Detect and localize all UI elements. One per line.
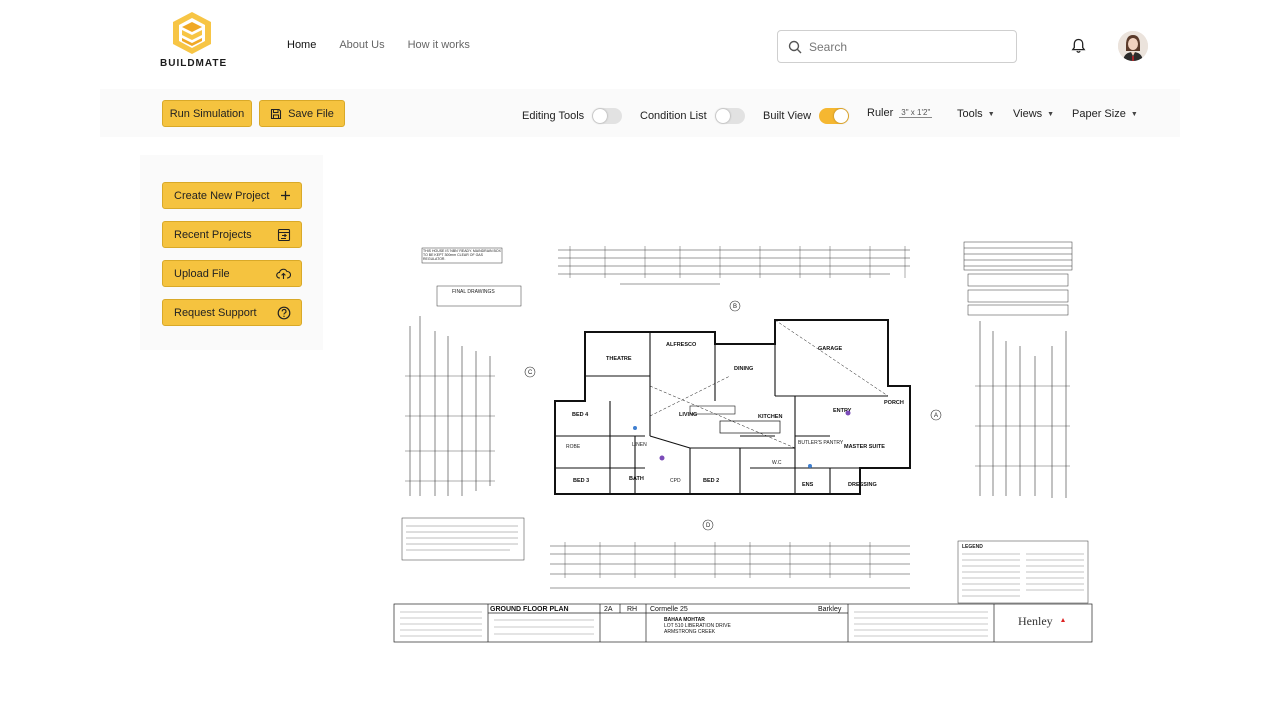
drawing-design-name: Cormelle 25 (650, 606, 688, 613)
help-circle-icon (277, 306, 291, 319)
create-new-project-label: Create New Project (174, 189, 270, 202)
caret-down-icon: ▼ (987, 110, 995, 118)
drawing-revision: 2A (604, 606, 613, 613)
drawing-title: GROUND FLOOR PLAN (490, 606, 569, 613)
room-label-alfresco: ALFRESCO (666, 342, 697, 348)
room-label-dining: DINING (734, 366, 753, 372)
nav-home[interactable]: Home (287, 39, 316, 51)
room-label-living: LIVING (679, 412, 697, 418)
views-label: Views (1013, 108, 1043, 120)
room-label-wc: W.C (772, 460, 782, 466)
cloud-upload-icon (276, 268, 291, 279)
room-label-butlers-pantry: BUTLER'S PANTRY (798, 440, 844, 446)
fixture-marker-icon (845, 410, 851, 416)
upload-file-label: Upload File (174, 267, 230, 280)
condition-list-label: Condition List (640, 110, 707, 122)
recent-document-icon (277, 228, 291, 241)
condition-list-control: Condition List (640, 108, 745, 124)
editing-tools-label: Editing Tools (522, 110, 585, 122)
recent-projects-button[interactable]: Recent Projects (162, 221, 302, 248)
room-label-cpd: CPD (670, 478, 681, 484)
room-label-bed2: BED 2 (703, 478, 719, 484)
buildmate-logo-icon (173, 12, 211, 54)
henley-mark-icon (1061, 618, 1065, 622)
save-file-label: Save File (288, 107, 334, 120)
fixture-marker-icon (659, 455, 665, 461)
floppy-disk-icon (271, 108, 282, 119)
final-drawings-label: FINAL DRAWINGS (452, 289, 495, 295)
fixture-marker-icon (633, 426, 637, 430)
room-label-porch: PORCH (884, 400, 904, 406)
tools-label: Tools (957, 108, 983, 120)
built-view-label: Built View (763, 110, 812, 122)
bell-icon (1071, 38, 1086, 53)
request-support-button[interactable]: Request Support (162, 299, 302, 326)
save-file-button[interactable]: Save File (259, 100, 345, 127)
site-address-line-2: ARMSTRONG CREEK (664, 629, 716, 635)
room-label-robe: ROBE (566, 444, 581, 450)
request-support-label: Request Support (174, 306, 257, 319)
room-label-bath: BATH (629, 476, 644, 482)
user-avatar[interactable] (1118, 31, 1148, 61)
recent-projects-label: Recent Projects (174, 228, 252, 241)
run-simulation-label: Run Simulation (169, 107, 245, 120)
paper-size-label: Paper Size (1072, 108, 1126, 120)
search-icon (788, 40, 802, 53)
editing-tools-control: Editing Tools (522, 108, 623, 124)
caret-down-icon: ▼ (1130, 110, 1138, 118)
fixture-marker-icon (808, 464, 812, 468)
legend-title: LEGEND (962, 544, 983, 550)
section-marker-c: C (528, 370, 533, 376)
ruler-control[interactable]: Ruler 3" x 1'2" (867, 107, 933, 119)
floor-plan-drawing: THEATRE ALFRESCO DINING GARAGE BED 4 LIV… (393, 241, 1093, 643)
caret-down-icon: ▼ (1047, 110, 1055, 118)
drawing-facade: Barkley (818, 606, 842, 613)
section-marker-a: A (934, 413, 938, 419)
plus-icon (281, 191, 290, 200)
run-simulation-button[interactable]: Run Simulation (162, 100, 252, 127)
room-label-bed3: BED 3 (573, 478, 589, 484)
brand-logo[interactable]: BUILDMATE (160, 10, 228, 69)
upload-file-button[interactable]: Upload File (162, 260, 302, 287)
nav-about[interactable]: About Us (339, 39, 384, 51)
room-label-kitchen: KITCHEN (758, 414, 782, 420)
section-marker-d: D (706, 523, 711, 529)
nav-how-it-works[interactable]: How it works (408, 39, 470, 51)
room-label-dressing: DRESSING (848, 482, 877, 488)
toggle-knob (715, 109, 730, 123)
room-label-ens: ENS (802, 482, 814, 488)
notifications-button[interactable] (1071, 38, 1086, 59)
toggle-knob (834, 109, 849, 123)
condition-list-toggle[interactable] (714, 108, 745, 124)
create-new-project-button[interactable]: Create New Project (162, 182, 302, 209)
paper-size-dropdown[interactable]: Paper Size ▼ (1072, 108, 1138, 120)
built-view-control: Built View (763, 108, 850, 124)
toggle-knob (593, 109, 608, 123)
room-label-garage: GARAGE (818, 346, 842, 352)
floor-plan-canvas[interactable]: THEATRE ALFRESCO DINING GARAGE BED 4 LIV… (390, 236, 1100, 646)
main-nav: Home About Us How it works (287, 39, 470, 51)
ruler-label: Ruler (867, 107, 894, 119)
room-label-bed4: BED 4 (572, 412, 589, 418)
brand-name: BUILDMATE (160, 58, 228, 69)
search-input[interactable] (809, 39, 999, 54)
room-label-master-suite: MASTER SUITE (844, 444, 885, 450)
built-view-toggle[interactable] (819, 108, 850, 124)
ruler-value[interactable]: 3" x 1'2" (899, 108, 933, 118)
editing-tools-toggle[interactable] (592, 108, 623, 124)
drawing-hand: RH (627, 606, 637, 613)
room-label-theatre: THEATRE (606, 356, 632, 362)
room-label-linen: LINEN (632, 442, 647, 448)
section-marker-b: B (733, 304, 737, 310)
tools-dropdown[interactable]: Tools ▼ (957, 108, 995, 120)
henley-logo: Henley (1018, 614, 1053, 628)
views-dropdown[interactable]: Views ▼ (1013, 108, 1054, 120)
avatar-image (1118, 31, 1148, 61)
search-box[interactable] (777, 30, 1017, 63)
nbn-note: THIS HOUSE IS 'NBN' READY. MAINDRAIN BOX… (423, 249, 501, 261)
